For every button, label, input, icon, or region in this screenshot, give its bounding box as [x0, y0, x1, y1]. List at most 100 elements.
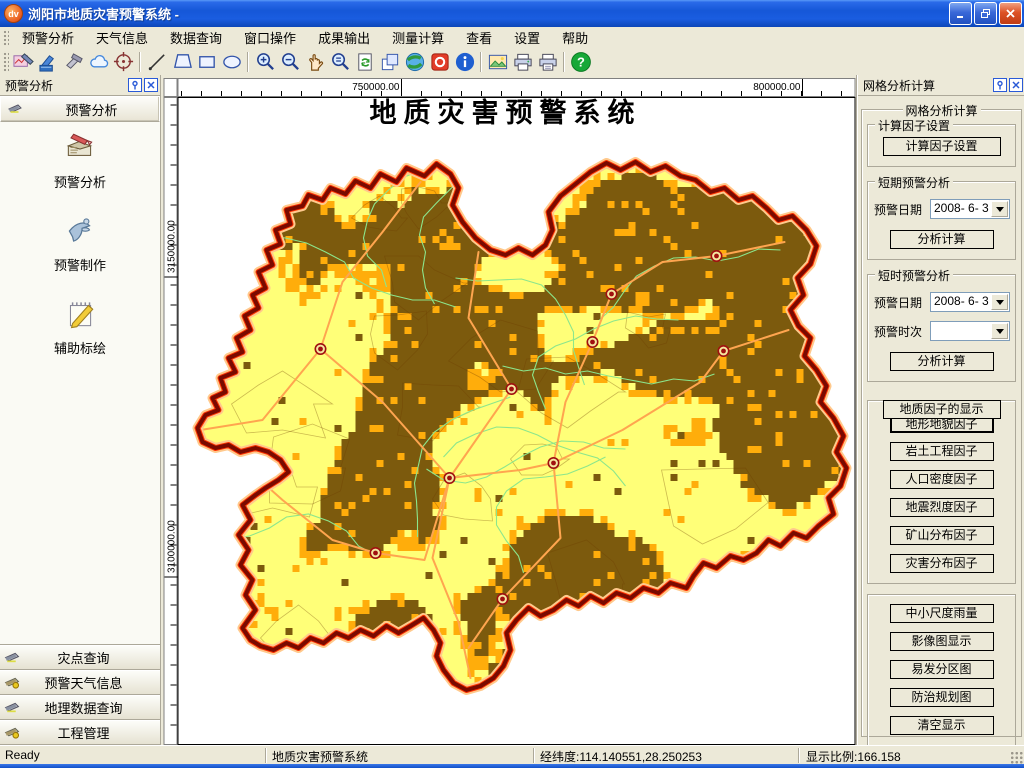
left-panel-item-0[interactable]: 预警分析: [54, 130, 106, 191]
refresh-icon[interactable]: [352, 50, 377, 74]
menu-item-5[interactable]: 测量计算: [381, 26, 455, 49]
group-bar-1[interactable]: 预警天气信息: [0, 670, 160, 695]
short-time-analyze-button[interactable]: 分析计算: [890, 352, 994, 371]
short-term-groupbox: 短期预警分析 预警日期 2008- 6- 3 分析计算: [867, 181, 1016, 260]
display-button-3[interactable]: 防治规划图: [890, 688, 994, 707]
menu-item-1[interactable]: 天气信息: [85, 26, 159, 49]
short-time-legend: 短时预警分析: [875, 267, 953, 284]
section-header-warning-analysis[interactable]: 预警分析: [0, 96, 160, 122]
close-icon[interactable]: [144, 78, 158, 92]
line-icon[interactable]: [144, 50, 169, 74]
chevron-down-icon[interactable]: [991, 201, 1008, 217]
display-button-2[interactable]: 易发分区图: [890, 660, 994, 679]
display-button-0[interactable]: 中小尺度雨量: [890, 604, 994, 623]
cloud-icon[interactable]: [86, 50, 111, 74]
stop-icon[interactable]: [427, 50, 452, 74]
svg-text:?: ?: [577, 54, 585, 69]
zoom-extent-icon[interactable]: [327, 50, 352, 74]
factor-button-3[interactable]: 地震烈度因子: [890, 498, 994, 517]
status-ready: Ready: [5, 748, 40, 762]
menu-item-7[interactable]: 设置: [503, 26, 551, 49]
minimize-button[interactable]: [949, 2, 972, 25]
calc-factor-legend: 计算因子设置: [875, 117, 953, 134]
chevron-down-icon[interactable]: [991, 323, 1008, 339]
ruler-x-label: 800000.00: [753, 82, 801, 93]
warning-date-combo[interactable]: 2008- 6- 3: [930, 199, 1010, 219]
warning-time-combo[interactable]: [930, 321, 1010, 341]
warning-make-icon: [62, 213, 98, 252]
ellipse-icon[interactable]: [219, 50, 244, 74]
analysis-icon[interactable]: [11, 50, 36, 74]
app-logo-icon: dv: [4, 4, 23, 23]
help-icon[interactable]: ?: [568, 50, 593, 74]
map-viewport[interactable]: 750000.00800000.003150000.003100000.00地质…: [161, 75, 857, 745]
polygon-icon[interactable]: [169, 50, 194, 74]
chevron-down-icon[interactable]: [991, 294, 1008, 310]
status-scale: 显示比例:166.158: [806, 748, 901, 765]
left-panel-header: 预警分析: [0, 75, 160, 96]
toolbar-grip[interactable]: [2, 51, 9, 73]
left-panel-item-1[interactable]: 预警制作: [54, 213, 106, 274]
toolbar-separator: [480, 52, 482, 72]
factor-button-2[interactable]: 人口密度因子: [890, 470, 994, 489]
menu-item-3[interactable]: 窗口操作: [233, 26, 307, 49]
scanner-icon: [3, 698, 25, 717]
geo-factor-display-button[interactable]: 地质因子的显示: [883, 400, 1001, 419]
group-bar-3[interactable]: 工程管理: [0, 720, 160, 745]
left-panel-item-2[interactable]: 辅助标绘: [54, 296, 106, 357]
short-term-legend: 短期预警分析: [875, 174, 953, 191]
zoom-in-icon[interactable]: [252, 50, 277, 74]
window-bottom-border: [0, 764, 1024, 768]
scanner-icon: [3, 648, 25, 667]
locate-icon[interactable]: [111, 50, 136, 74]
pin-icon[interactable]: [993, 78, 1007, 92]
left-panel-items: 预警分析预警制作辅助标绘: [0, 122, 160, 645]
pin-icon[interactable]: [128, 78, 142, 92]
close-button[interactable]: [999, 2, 1022, 25]
aux-plot-icon: [62, 296, 98, 335]
display-button-1[interactable]: 影像图显示: [890, 632, 994, 651]
toolbar: ?: [0, 48, 1024, 76]
factor-button-5[interactable]: 灾害分布因子: [890, 554, 994, 573]
display-button-4[interactable]: 清空显示: [890, 716, 994, 735]
print-preview-icon[interactable]: [535, 50, 560, 74]
globe-icon[interactable]: [402, 50, 427, 74]
display-buttons-groupbox: 中小尺度雨量影像图显示易发分区图防治规划图清空显示: [867, 594, 1016, 746]
menu-item-0[interactable]: 预警分析: [11, 26, 85, 49]
draw-icon[interactable]: [36, 50, 61, 74]
group-bar-2[interactable]: 地理数据查询: [0, 695, 160, 720]
info-icon[interactable]: [452, 50, 477, 74]
short-term-analyze-button[interactable]: 分析计算: [890, 230, 994, 249]
layers-icon[interactable]: [377, 50, 402, 74]
warning-date-label: 预警日期: [874, 294, 930, 311]
menu-item-8[interactable]: 帮助: [551, 26, 599, 49]
menu-item-6[interactable]: 查看: [455, 26, 503, 49]
rectangle-icon[interactable]: [194, 50, 219, 74]
group-bar-0[interactable]: 灾点查询: [0, 645, 160, 670]
close-icon[interactable]: [1009, 78, 1023, 92]
menu-item-2[interactable]: 数据查询: [159, 26, 233, 49]
print-icon[interactable]: [510, 50, 535, 74]
restore-button[interactable]: [974, 2, 997, 25]
menu-grip[interactable]: [2, 29, 9, 46]
left-panel: 预警分析 预警分析 预警分析预警制作辅助标绘 灾点查询预警天气信息地理数据查询工…: [0, 75, 161, 745]
right-panel-header: 网格分析计算: [858, 75, 1024, 96]
short-time-groupbox: 短时预警分析 预警日期 2008- 6- 3 预警时次: [867, 274, 1016, 382]
factor-button-1[interactable]: 岩土工程因子: [890, 442, 994, 461]
build-icon[interactable]: [61, 50, 86, 74]
resize-grip[interactable]: [1010, 751, 1023, 764]
pan-icon[interactable]: [302, 50, 327, 74]
scanner-icon: [6, 100, 24, 118]
left-panel-item-label: 预警制作: [54, 255, 106, 274]
calc-factor-settings-button[interactable]: 计算因子设置: [883, 137, 1001, 156]
grid-analysis-groupbox: 网格分析计算 计算因子设置 计算因子设置 短期预警分析 预警日期 2008- 6…: [861, 109, 1022, 737]
status-bar: Ready 地质灾害预警系统 经纬度:114.140551,28.250253 …: [0, 745, 1024, 765]
factor-button-4[interactable]: 矿山分布因子: [890, 526, 994, 545]
warning-date-combo-2[interactable]: 2008- 6- 3: [930, 292, 1010, 312]
menu-item-4[interactable]: 成果输出: [307, 26, 381, 49]
toolbar-separator: [247, 52, 249, 72]
zoom-out-icon[interactable]: [277, 50, 302, 74]
status-divider: [798, 748, 800, 763]
image-icon[interactable]: [485, 50, 510, 74]
title-bar: dv 浏阳市地质灾害预警系统 -: [0, 0, 1024, 27]
